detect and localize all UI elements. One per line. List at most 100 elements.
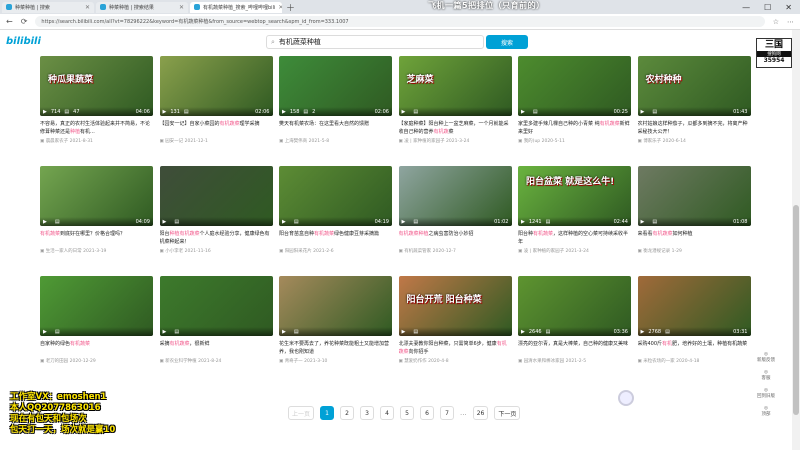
page-button[interactable]: 5 bbox=[400, 406, 415, 420]
search-box[interactable]: ⌕ 有机蔬菜种植 bbox=[266, 35, 484, 49]
video-title[interactable]: 【家庭种菜】阳台种上一盆芝麻菜，一个月就能采收自己种的营养有机蔬菜 bbox=[399, 120, 512, 136]
video-title[interactable]: 采摘有机蔬菜，很新鲜 bbox=[160, 340, 273, 356]
uploader-name[interactable]: 小小李老 bbox=[165, 249, 183, 254]
uploader-name[interactable]: 阳园阳采花片 bbox=[285, 249, 312, 254]
side-item[interactable]: ◎ 客服 bbox=[762, 370, 771, 382]
maximize-icon[interactable]: ☐ bbox=[764, 3, 771, 12]
video-title[interactable]: 不容易，真正的农村生活体验起来并不简易，不论修葺种菜还是种植有机... bbox=[40, 120, 153, 136]
video-card[interactable]: ▶ ▤ 04:19 阳台育苗盒自种有机蔬菜绿色健康豆芽采摘篇 ▣ 阳园阳采花片 2021… bbox=[279, 166, 392, 254]
video-card[interactable]: ▶ 2768 ▤ 03:31 采购400斤有机肥，培养好的土壤，种植有机蔬菜 ▣ 米粒农场… bbox=[637, 276, 751, 364]
video-title[interactable]: 阳台种植有机蔬菜个人庭水经验分享，健康绿色有机菜种起来！ bbox=[160, 230, 273, 246]
video-card[interactable]: ▶ ▤ 01:02 有机蔬菜种植之病虫害防治小妙招 ▣ 有机蔬菜管家 2020-12-7 bbox=[398, 166, 512, 254]
side-item[interactable]: ◎ 顶部 bbox=[762, 406, 771, 418]
video-card[interactable]: ▶ 131 ▤ 02:06 【园安一记】自家小菜园的有机蔬菜理学采摘 ▣ 园安一记 202… bbox=[159, 56, 273, 144]
video-card[interactable]: ▶ 158 ▤ 2 02:06 樊天有机菜农场：在这里看大自然的馈赠 ▣ 上海樊伟商 202… bbox=[279, 56, 392, 144]
video-thumbnail[interactable]: ▶ 131 ▤ 02:06 bbox=[159, 56, 273, 116]
uploader-name[interactable]: 衡龙潜规记录 bbox=[643, 249, 670, 254]
video-title[interactable]: 漂亮的亚尔青，真是大棒菜，自己种的健康又美味 bbox=[518, 340, 631, 356]
video-card[interactable]: ▶ ▤ 01:08 来看看有机蔬菜如何种植 ▣ 衡龙潜规记录 1-29 bbox=[637, 166, 751, 254]
video-card[interactable]: 阳台开荒 阳台种菜 ▶ ▤ 北漂夫妻教你阳台种菜，只需简单6步，健康有机蔬菜向你招手 ▣… bbox=[398, 276, 512, 364]
page-button-last[interactable]: 26 bbox=[472, 406, 489, 420]
page-button[interactable]: 1 bbox=[320, 406, 335, 420]
uploader-name[interactable]: 米粒农场的一家 bbox=[643, 359, 675, 364]
page-button[interactable]: 2 bbox=[340, 406, 355, 420]
video-title[interactable]: 农村姑娘这样种茄子，瓜都多到摘不完，将离产种采秘技大公开！ bbox=[638, 120, 751, 136]
scrollbar[interactable] bbox=[792, 30, 800, 450]
video-title[interactable]: 阳台育苗盒自种有机蔬菜绿色健康豆芽采摘篇 bbox=[279, 230, 392, 246]
uploader-name[interactable]: 凌 | 家种植的家园子 bbox=[404, 139, 444, 144]
uploader-name[interactable]: 博家乐子 bbox=[643, 139, 661, 144]
menu-icon[interactable]: ⋯ bbox=[787, 18, 794, 26]
video-thumbnail[interactable]: ▶ ▤ 04:09 bbox=[40, 166, 153, 226]
tab-close-icon[interactable]: ✕ bbox=[85, 4, 90, 11]
video-title[interactable]: 有机蔬菜到底好在哪里？价格合理吗？ bbox=[40, 230, 153, 246]
video-card[interactable]: 芝麻菜 ▶ ▤ 【家庭种菜】阳台种上一盆芝麻菜，一个月就能采收自己种的营养有机蔬菜 ▣ … bbox=[398, 56, 512, 144]
video-card[interactable]: ▶ ▤ 花生米不要再去了，养花种菜既能粗土又能增加营养，我也刚知道 ▣ 青奇子一 20… bbox=[279, 276, 392, 364]
refresh-icon[interactable]: ⟳ bbox=[21, 17, 28, 26]
video-card[interactable]: ▶ 2646 ▤ 03:36 漂亮的亚尔青，真是大棒菜，自己种的健康又美味 ▣ 园清水果和… bbox=[518, 276, 631, 364]
video-card[interactable]: ▶ ▤ 采摘有机蔬菜，很新鲜 ▣ 新农业科学种植 2021-8-24 bbox=[159, 276, 273, 364]
video-title[interactable]: 有机蔬菜种植之病虫害防治小妙招 bbox=[399, 230, 512, 246]
star-icon[interactable]: ☆ bbox=[773, 18, 779, 26]
video-thumbnail[interactable]: ▶ ▤ bbox=[40, 276, 153, 336]
uploader-name[interactable]: 青奇子一 bbox=[285, 359, 303, 364]
video-thumbnail[interactable]: ▶ 2768 ▤ 03:31 bbox=[637, 276, 751, 336]
video-thumbnail[interactable]: 芝麻菜 ▶ ▤ bbox=[398, 56, 512, 116]
page-button[interactable]: 4 bbox=[380, 406, 395, 420]
new-tab-icon[interactable]: ＋ bbox=[286, 1, 295, 14]
video-card[interactable]: ▶ ▤ 00:25 家里多建手辣几棵自己种的小青菜 纯有机蔬菜新鲜来里好 ▣ 我的(up… bbox=[518, 56, 631, 144]
uploader-name[interactable]: 凌 | 家种植的家园子 bbox=[524, 249, 564, 254]
page-button[interactable]: 6 bbox=[420, 406, 435, 420]
video-thumbnail[interactable]: ▶ ▤ 01:02 bbox=[398, 166, 512, 226]
bilibili-logo[interactable]: bilibili bbox=[6, 36, 41, 47]
next-page-button[interactable]: 下一页 bbox=[494, 406, 521, 420]
search-button[interactable]: 搜索 bbox=[486, 35, 528, 49]
video-thumbnail[interactable]: 种瓜果蔬菜 ▶ 714 ▤ 47 04:06 bbox=[40, 56, 153, 116]
back-icon[interactable]: ← bbox=[6, 17, 13, 26]
browser-tab[interactable]: 有机蔬菜种植_搜索_哔哩哔哩bili ✕ bbox=[190, 1, 282, 13]
url-field[interactable]: https://search.bilibili.com/all?vt=78296… bbox=[35, 16, 765, 27]
uploader-name[interactable]: 有机蔬菜管家 bbox=[404, 249, 431, 254]
uploader-name[interactable]: 慧爱奶作作 bbox=[404, 359, 427, 364]
video-thumbnail[interactable]: ▶ ▤ 00:25 bbox=[518, 56, 631, 116]
video-thumbnail[interactable]: ▶ 2646 ▤ 03:36 bbox=[518, 276, 631, 336]
uploader-name[interactable]: 园安一记 bbox=[165, 139, 183, 144]
video-thumbnail[interactable]: ▶ ▤ bbox=[279, 276, 392, 336]
uploader-name[interactable]: 我的(up bbox=[524, 139, 540, 144]
uploader-name[interactable]: 新农业科学种植 bbox=[165, 359, 197, 364]
page-button[interactable]: 3 bbox=[360, 406, 375, 420]
side-item[interactable]: ◎ 回到旧版 bbox=[757, 388, 775, 400]
uploader-name[interactable]: 晨晨家农子 bbox=[46, 139, 69, 144]
promo-badge[interactable]: 三国 搜狗网 35954 bbox=[756, 38, 792, 68]
video-title[interactable]: 樊天有机菜农场：在这里看大自然的馈赠 bbox=[279, 120, 392, 136]
floating-avatar-icon[interactable] bbox=[618, 390, 634, 406]
video-title[interactable]: 采购400斤有机肥，培养好的土壤，种植有机蔬菜 bbox=[638, 340, 751, 356]
video-thumbnail[interactable]: 农村种种 ▶ ▤ 01:43 bbox=[637, 56, 751, 116]
scrollbar-thumb[interactable] bbox=[793, 205, 799, 415]
tab-close-icon[interactable]: ✕ bbox=[278, 4, 282, 11]
video-title[interactable]: 北漂夫妻教你阳台种菜，只需简单6步，健康有机蔬菜向你招手 bbox=[399, 340, 512, 356]
video-card[interactable]: 阳台盆菜 就是这么牛! ▶ 1241 ▤ 02:44 阳台种有机蔬菜，这样种植的空心菜可持… bbox=[518, 166, 631, 254]
video-title[interactable]: 【园安一记】自家小菜园的有机蔬菜理学采摘 bbox=[160, 120, 273, 136]
video-card[interactable]: ▶ ▤ 自家种的绿色有机蔬菜 ▣ 老刀的田园 2020-12-29 bbox=[40, 276, 153, 364]
video-title[interactable]: 家里多建手辣几棵自己种的小青菜 纯有机蔬菜新鲜来里好 bbox=[518, 120, 631, 136]
search-input[interactable]: 有机蔬菜种植 bbox=[279, 37, 321, 47]
video-title[interactable]: 自家种的绿色有机蔬菜 bbox=[40, 340, 153, 356]
uploader-name[interactable]: 园清水果和棒冰家园 bbox=[524, 359, 565, 364]
page-button[interactable]: 7 bbox=[440, 406, 455, 420]
side-item[interactable]: ◎ 新版反馈 bbox=[757, 352, 775, 364]
video-title[interactable]: 来看看有机蔬菜如何种植 bbox=[638, 230, 751, 246]
uploader-name[interactable]: 生活一家人的日常 bbox=[46, 249, 82, 254]
video-thumbnail[interactable]: ▶ ▤ bbox=[159, 166, 273, 226]
video-title[interactable]: 阳台种有机蔬菜，这样种植的空心菜可持续采收半年 bbox=[518, 230, 631, 246]
prev-page-button[interactable]: 上一页 bbox=[288, 406, 315, 420]
video-card[interactable]: 农村种种 ▶ ▤ 01:43 农村姑娘这样种茄子，瓜都多到摘不完，将离产种采秘技大公开！… bbox=[637, 56, 751, 144]
uploader-name[interactable]: 上海樊伟商 bbox=[285, 139, 308, 144]
video-title[interactable]: 花生米不要再去了，养花种菜既能粗土又能增加营养，我也刚知道 bbox=[279, 340, 392, 356]
video-card[interactable]: 种瓜果蔬菜 ▶ 714 ▤ 47 04:06 不容易，真正的农村生活体验起来并不简易，不论修… bbox=[40, 56, 153, 144]
video-thumbnail[interactable]: ▶ ▤ 01:08 bbox=[637, 166, 751, 226]
uploader-name[interactable]: 老刀的田园 bbox=[46, 359, 69, 364]
browser-tab[interactable]: 种菜种植 | 搜索结果 ✕ bbox=[96, 1, 188, 13]
close-icon[interactable]: ✕ bbox=[785, 3, 792, 12]
video-thumbnail[interactable]: 阳台开荒 阳台种菜 ▶ ▤ bbox=[398, 276, 512, 336]
